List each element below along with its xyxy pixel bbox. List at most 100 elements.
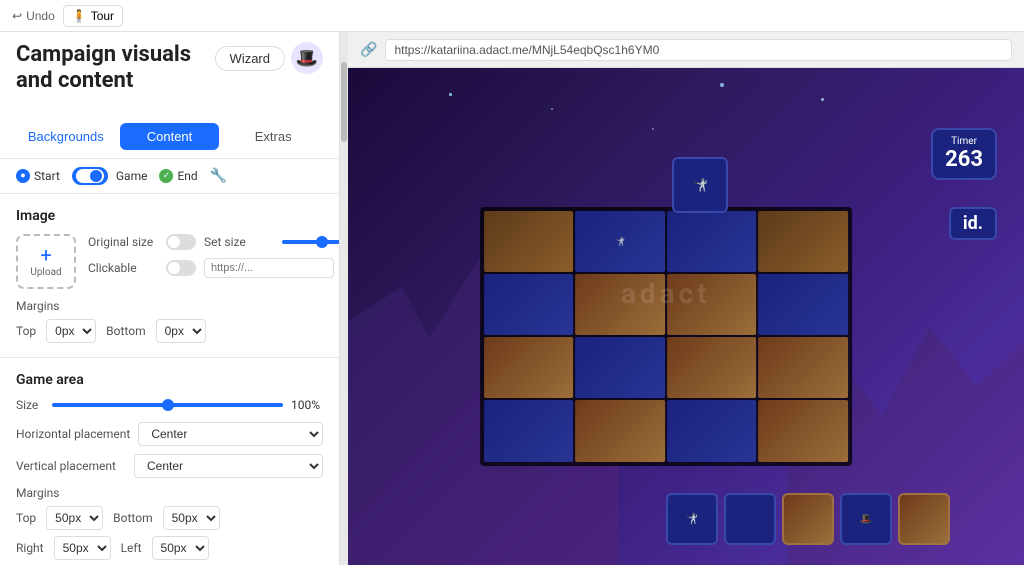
id-label: id. [963,213,983,234]
game-bottom-label: Bottom [113,511,152,525]
game-top-select[interactable]: 50px [46,506,103,530]
puzzle-grid: 🤺 [480,207,852,465]
phase-game[interactable]: Game [72,167,148,185]
wizard-label: Wizard [230,51,270,66]
margins-row: Top 0px Bottom 0px [16,319,323,343]
wizard-section: Wizard 🎩 [215,42,323,74]
horizontal-select[interactable]: CenterLeftRight [138,422,323,446]
main-tabs: Backgrounds Content Extras [0,115,339,159]
phase-start[interactable]: ● Start [16,169,60,183]
tab-extras[interactable]: Extras [223,123,323,150]
image-row: + Upload Original size Set size 100% [16,234,323,289]
puzzle-cell-13 [484,400,573,461]
upload-box[interactable]: + Upload [16,234,76,289]
horizontal-placement-row: Horizontal placement CenterLeftRight [16,422,323,446]
horizontal-label: Horizontal placement [16,427,130,441]
piece-1: 🤺 [666,493,718,545]
wizard-button[interactable]: Wizard [215,46,285,71]
star-3 [720,83,724,87]
puzzle-cell-4 [758,211,847,272]
game-margins: Margins Top 50px Bottom 50px Right 50px [16,486,323,560]
phase-tabs: ● Start Game ✓ End 🔧 [0,159,339,194]
right-left-margins: Right 50px Left 50px [16,536,323,560]
end-label: End [177,169,197,183]
game-right-label: Right [16,541,44,555]
page-title: Campaign visuals and content [16,42,215,95]
vertical-placement-row: Vertical placement CenterTopBottom [16,454,323,478]
panel-header: Campaign visuals and content Wizard 🎩 [0,32,339,115]
upload-label: Upload [30,267,61,278]
puzzle-cell-3 [667,211,756,272]
game-top-label: Top [16,511,36,525]
set-size-label: Set size [204,235,274,249]
image-section: Image + Upload Original size Set size [0,194,339,358]
game-bottom-select[interactable]: 50px [163,506,220,530]
piece-3 [782,493,834,545]
timer-value: 263 [945,147,983,172]
puzzle-cell-6 [575,274,664,335]
puzzle-cell-char: 🤺 [575,211,664,272]
clickable-label: Clickable [88,261,158,275]
piece-4: 🎩 [840,493,892,545]
margins-label: Margins [16,299,323,313]
bottom-label: Bottom [106,324,145,338]
timer-label: Timer [951,136,977,147]
size-slider[interactable] [282,240,340,244]
vertical-label: Vertical placement [16,459,126,473]
preview-wrapper: Timer 263 id. 🤺 [348,68,1024,565]
puzzle-cell-11 [667,337,756,398]
right-panel: 🔗 Timer 263 [348,32,1024,565]
url-input[interactable] [204,258,334,278]
puzzle-cell-8 [758,274,847,335]
piece-2 [724,493,776,545]
star-5 [821,98,824,101]
undo-button[interactable]: ↩ Undo [12,9,55,23]
top-bar: ↩ Undo 🧍 Tour [0,0,1024,32]
margins-area: Margins Top 0px Bottom 0px [16,299,323,343]
tab-backgrounds[interactable]: Backgrounds [16,123,116,150]
start-dot: ● [16,169,30,183]
link-icon: 🔗 [360,42,377,58]
game-area-title: Game area [16,372,323,388]
left-panel: Campaign visuals and content Wizard 🎩 Ba… [0,32,340,565]
game-right-select[interactable]: 50px [54,536,111,560]
undo-label: Undo [26,9,55,23]
toggle-track [76,169,104,183]
panel-scrollbar[interactable] [340,32,348,565]
image-options: Original size Set size 100% Clickable [88,234,340,278]
game-left-select[interactable]: 50px [152,536,209,560]
size-slider-row: 100% [282,235,340,249]
game-left-label: Left [121,541,142,555]
top-label: Top [16,324,36,338]
bottom-margin-select[interactable]: 0px [156,319,206,343]
main-layout: Campaign visuals and content Wizard 🎩 Ba… [0,32,1024,565]
vertical-select[interactable]: CenterTopBottom [134,454,323,478]
game-margins-title: Margins [16,486,323,500]
piece-5 [898,493,950,545]
puzzle-cell-16 [758,400,847,461]
tab-content[interactable]: Content [120,123,220,150]
game-label: Game [116,169,148,183]
clickable-toggle[interactable] [166,260,196,276]
puzzle-cell-9 [484,337,573,398]
top-margin-select[interactable]: 0px [46,319,96,343]
phase-end[interactable]: ✓ End [159,169,197,183]
original-size-toggle[interactable] [166,234,196,250]
scrollbar-thumb [341,62,347,142]
start-label: Start [34,169,60,183]
star-4 [652,128,654,130]
address-input[interactable] [385,39,1012,61]
toggle-thumb [90,170,102,182]
top-bottom-margins: Top 50px Bottom 50px [16,506,323,530]
puzzle-cell-15 [667,400,756,461]
puzzle-cell-12 [758,337,847,398]
tour-button[interactable]: 🧍 Tour [63,5,123,27]
wrench-icon[interactable]: 🔧 [210,168,227,184]
address-bar: 🔗 [348,32,1024,68]
game-toggle[interactable] [72,167,108,185]
game-size-slider[interactable] [52,403,283,407]
puzzle-cell-1 [484,211,573,272]
original-size-label: Original size [88,235,158,249]
original-size-row: Original size Set size 100% [88,234,340,250]
tour-label: Tour [91,9,114,23]
